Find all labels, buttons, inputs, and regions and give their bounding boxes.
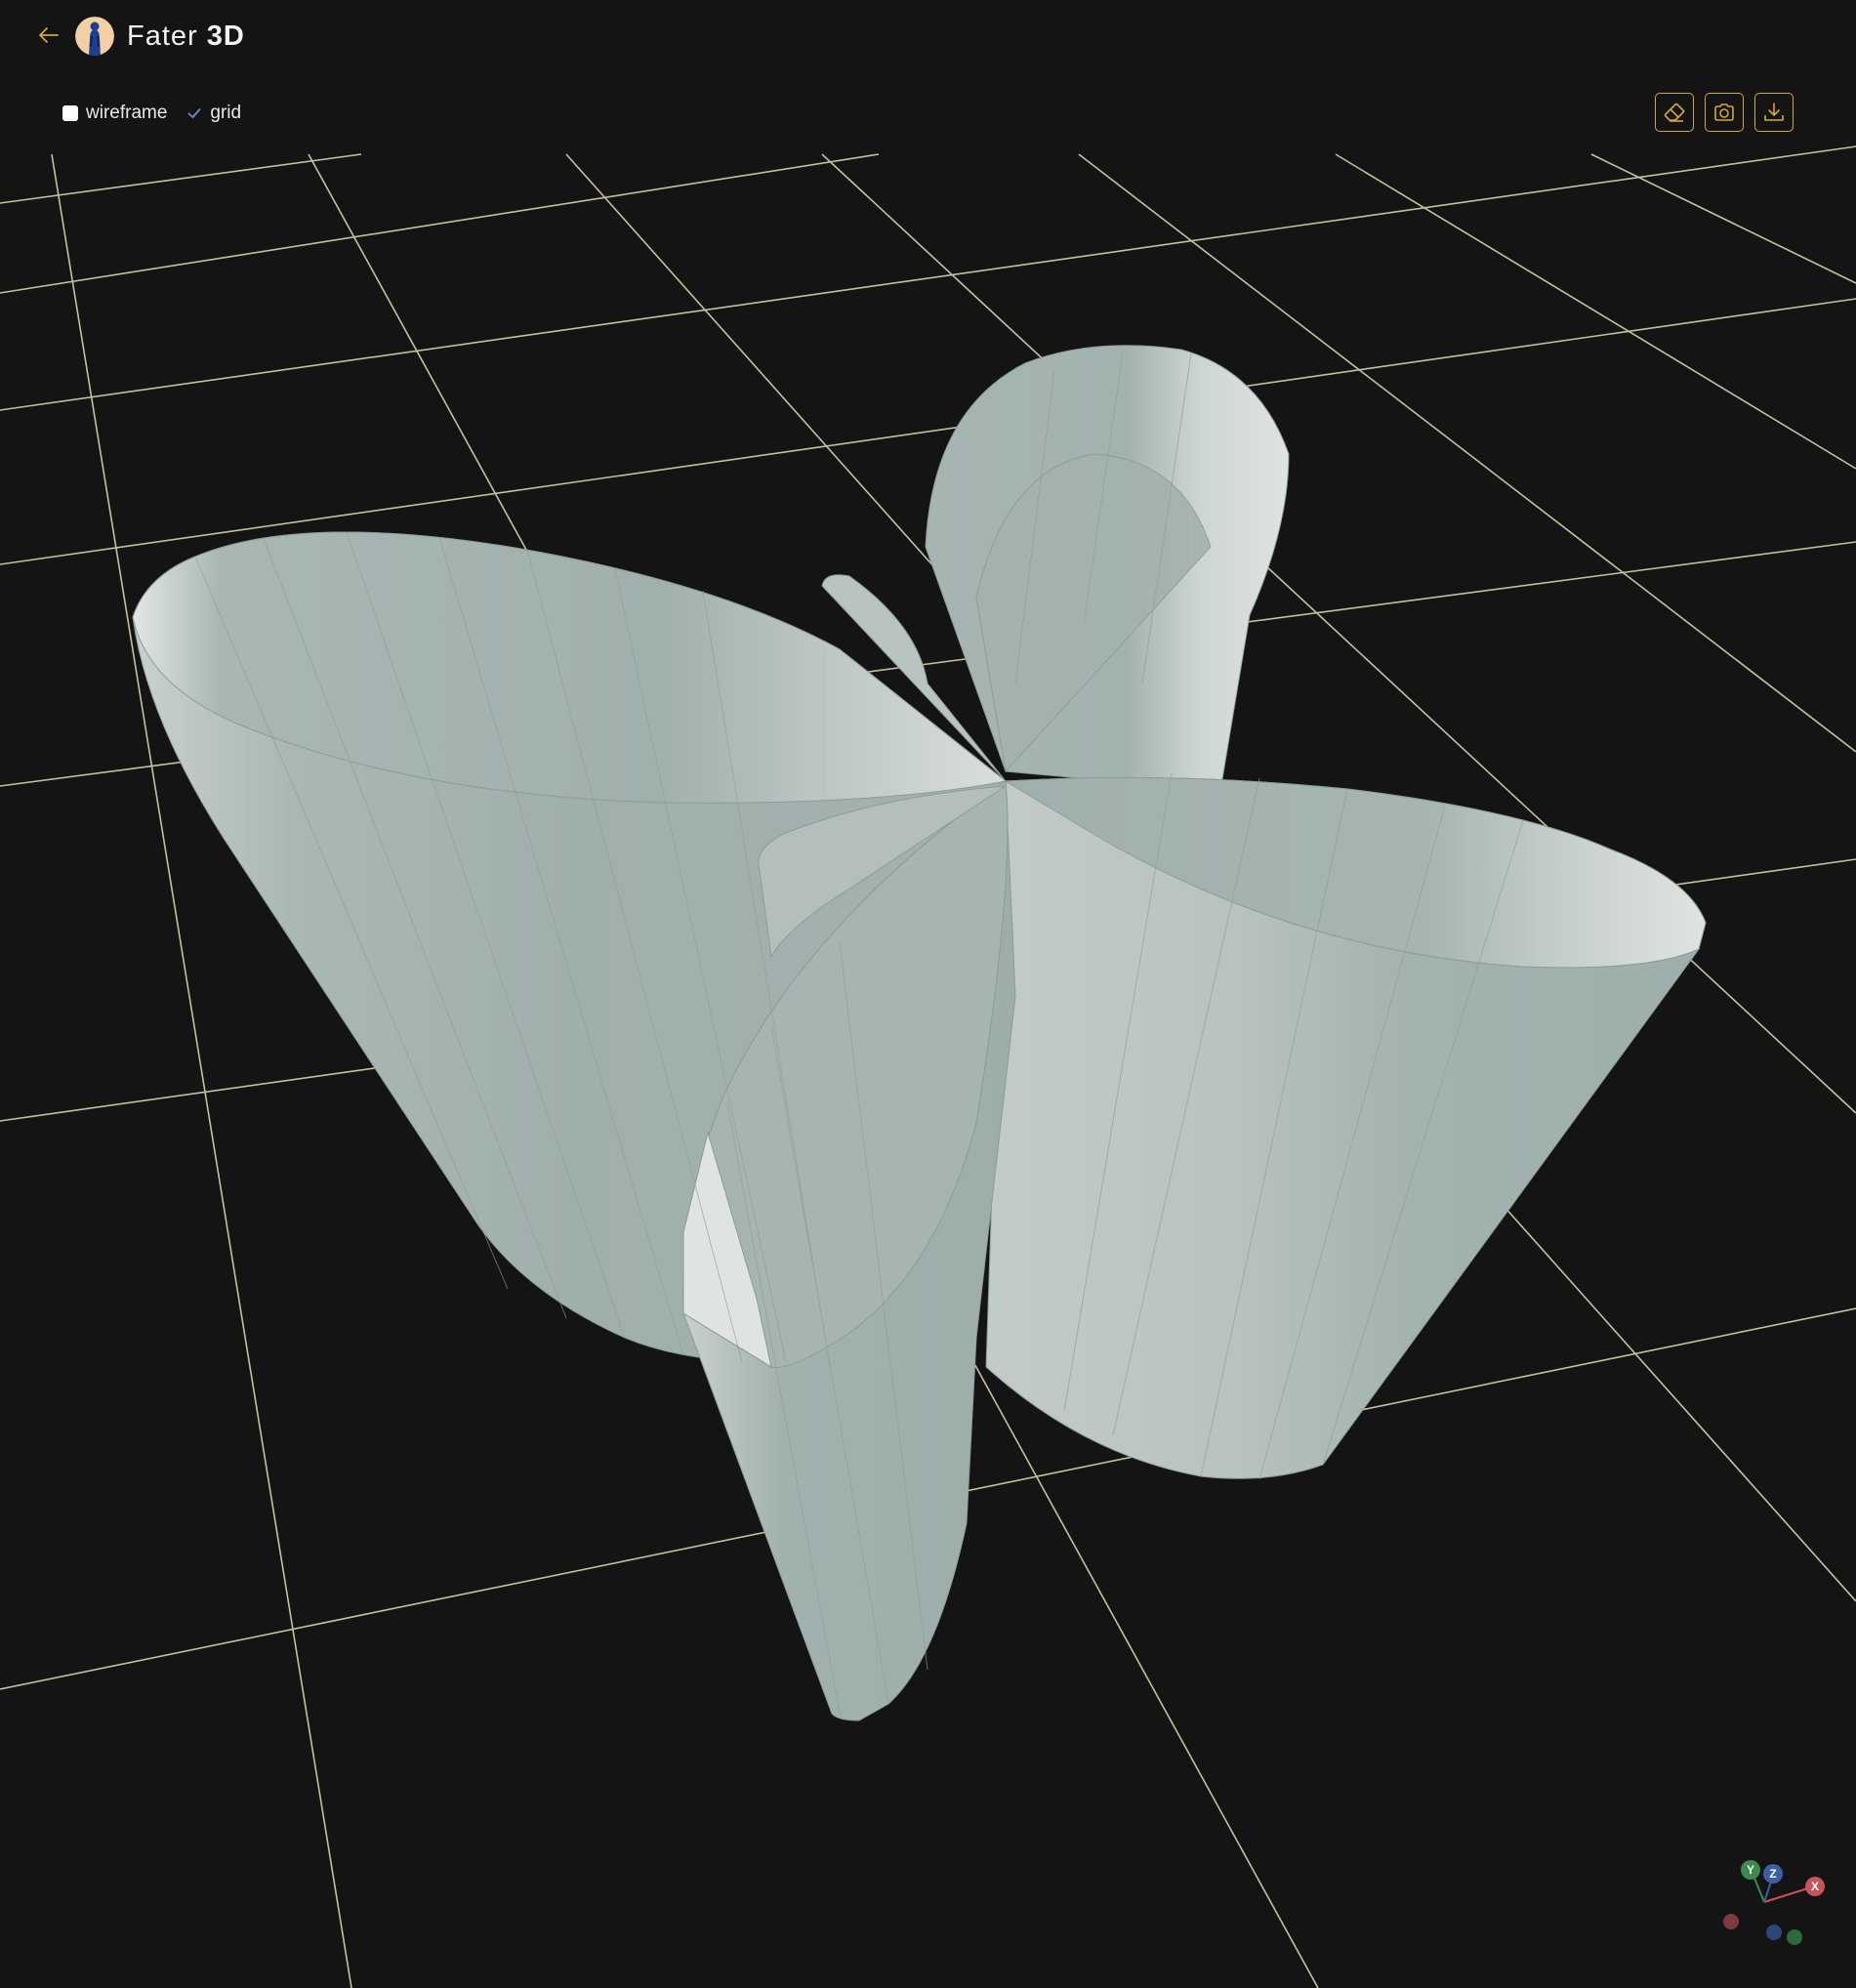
wireframe-label: wireframe xyxy=(86,103,168,123)
axis-x-label: X xyxy=(1811,1880,1819,1893)
back-button[interactable] xyxy=(35,21,62,49)
app-title-part2: 3D xyxy=(206,20,245,52)
grid-label: grid xyxy=(210,103,242,123)
app-title-part1: Fater xyxy=(127,20,198,52)
axis-gizmo[interactable]: X Y Z xyxy=(1705,1851,1832,1959)
download-button[interactable] xyxy=(1754,93,1794,132)
eraser-icon xyxy=(1664,103,1685,122)
axis-neg-y-dot[interactable] xyxy=(1787,1929,1802,1945)
logo-avatar xyxy=(75,17,114,56)
3d-mesh-model[interactable] xyxy=(132,345,1707,1721)
camera-icon xyxy=(1714,104,1734,121)
checkmark-icon xyxy=(188,108,201,118)
axis-y-label: Y xyxy=(1747,1863,1754,1877)
axis-z-handle[interactable]: Z xyxy=(1763,1864,1783,1884)
eraser-button[interactable] xyxy=(1655,93,1694,132)
3d-viewport[interactable] xyxy=(0,0,1856,1988)
axis-neg-z-dot[interactable] xyxy=(1766,1925,1782,1940)
view-toggles: wireframe grid xyxy=(62,100,261,127)
download-icon xyxy=(1764,103,1784,121)
wireframe-toggle[interactable]: wireframe xyxy=(62,103,167,124)
grid-toggle[interactable]: grid xyxy=(186,103,241,124)
app-root: Fater 3D wireframe grid X Y Z xyxy=(0,0,1856,1988)
toolbar-actions xyxy=(1655,93,1794,132)
screenshot-button[interactable] xyxy=(1705,93,1744,132)
axis-y-handle[interactable]: Y xyxy=(1741,1860,1760,1880)
axis-neg-x-dot[interactable] xyxy=(1723,1914,1739,1929)
app-header: Fater 3D xyxy=(0,0,1856,72)
app-title: Fater 3D xyxy=(127,17,245,56)
axis-x-handle[interactable]: X xyxy=(1805,1877,1825,1896)
axis-z-label: Z xyxy=(1769,1867,1776,1881)
wireframe-checkbox[interactable] xyxy=(62,105,78,121)
grid-checkbox[interactable] xyxy=(186,105,202,121)
arrow-left-icon xyxy=(39,27,59,43)
